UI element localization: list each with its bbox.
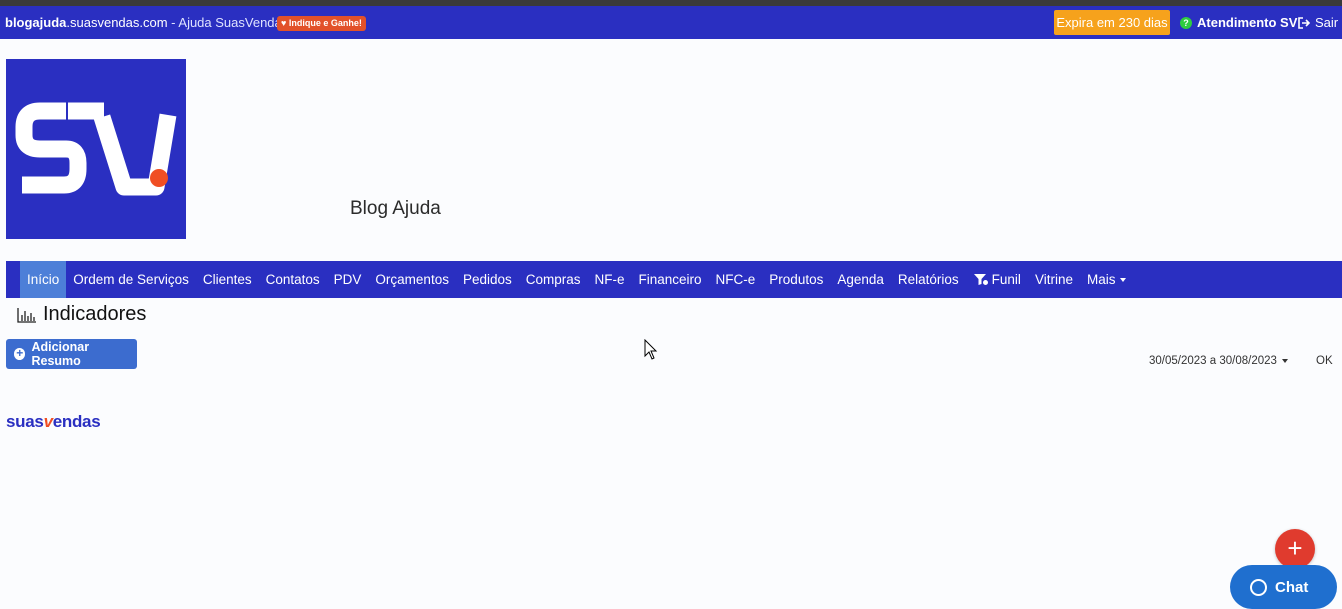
nav-item-relatorios[interactable]: Relatórios (891, 261, 966, 298)
nav-item-mais-label: Mais (1086, 272, 1116, 287)
chat-label: Chat (1275, 578, 1309, 596)
sair-link[interactable]: Sair (1298, 15, 1338, 30)
brand-prefix: suas (6, 412, 44, 431)
nav-item-inicio[interactable]: Início (20, 261, 67, 298)
add-resumo-button[interactable]: + Adicionar Resumo (6, 339, 137, 369)
site-title-bold: blogajuda (5, 15, 67, 30)
nav-item-orcamentos[interactable]: Orçamentos (368, 261, 456, 298)
atendimento-link[interactable]: ? Atendimento SV (1180, 15, 1297, 30)
sair-label: Sair (1315, 15, 1339, 30)
nav-item-produtos[interactable]: Produtos (762, 261, 830, 298)
page-title: Indicadores (43, 303, 147, 325)
nav-item-nfce[interactable]: NFC-e (709, 261, 763, 298)
funnel-icon (973, 274, 989, 286)
caret-down-icon (1120, 277, 1127, 282)
date-range-label: 30/05/2023 a 30/08/2023 (1149, 355, 1277, 367)
blog-title: Blog Ajuda (350, 198, 441, 219)
chat-button[interactable]: Chat (1230, 565, 1337, 609)
main-nav: Início Ordem de Serviços Clientes Contat… (6, 261, 1342, 298)
nav-item-ordem-servicos[interactable]: Ordem de Serviços (66, 261, 196, 298)
bar-chart-icon (17, 307, 36, 323)
add-fab-button[interactable]: + (1275, 529, 1315, 569)
question-icon: ? (1180, 16, 1192, 29)
suasvendas-brand: suasvendas (6, 412, 101, 432)
indique-label: Indique e Ganhe! (288, 18, 362, 28)
nav-item-mais[interactable]: Mais (1080, 261, 1134, 298)
nav-item-clientes[interactable]: Clientes (196, 261, 259, 298)
brand-suffix: endas (52, 412, 101, 431)
site-title[interactable]: blogajuda.suasvendas.com - Ajuda SuasVen… (5, 15, 288, 30)
site-title-domain: .suasvendas.com (66, 15, 168, 30)
brand-v: v (43, 412, 53, 431)
nav-item-nfe[interactable]: NF-e (588, 261, 632, 298)
mouse-cursor-icon (644, 339, 658, 360)
expira-button[interactable]: Expira em 230 dias (1054, 10, 1170, 35)
date-range-picker[interactable]: 30/05/2023 a 30/08/2023 (1149, 355, 1288, 367)
heart-icon: ♥ (281, 18, 287, 28)
nav-item-compras[interactable]: Compras (519, 261, 588, 298)
indicadores-header: Indicadores (17, 303, 146, 326)
indique-badge[interactable]: ♥ Indique e Ganhe! (277, 16, 366, 31)
nav-item-financeiro[interactable]: Financeiro (632, 261, 709, 298)
sv-logo-graphic (15, 102, 177, 196)
nav-item-funil-label: Funil (991, 272, 1021, 287)
top-bar: blogajuda.suasvendas.com - Ajuda SuasVen… (0, 6, 1342, 39)
chat-bubble-icon (1250, 578, 1267, 596)
nav-item-agenda[interactable]: Agenda (830, 261, 891, 298)
site-title-suffix: - Ajuda SuasVendas (167, 15, 289, 30)
nav-item-pedidos[interactable]: Pedidos (456, 261, 519, 298)
sign-out-icon (1298, 16, 1311, 29)
nav-item-funil[interactable]: Funil (966, 261, 1028, 298)
nav-item-contatos[interactable]: Contatos (259, 261, 327, 298)
plus-circle-icon: + (14, 347, 26, 360)
company-logo[interactable] (6, 59, 186, 239)
caret-down-icon (1281, 359, 1288, 363)
atendimento-label: Atendimento SV (1197, 15, 1298, 30)
nav-item-vitrine[interactable]: Vitrine (1028, 261, 1080, 298)
add-resumo-label: Adicionar Resumo (31, 340, 90, 368)
nav-item-pdv[interactable]: PDV (327, 261, 369, 298)
ok-button[interactable]: OK (1316, 355, 1333, 367)
